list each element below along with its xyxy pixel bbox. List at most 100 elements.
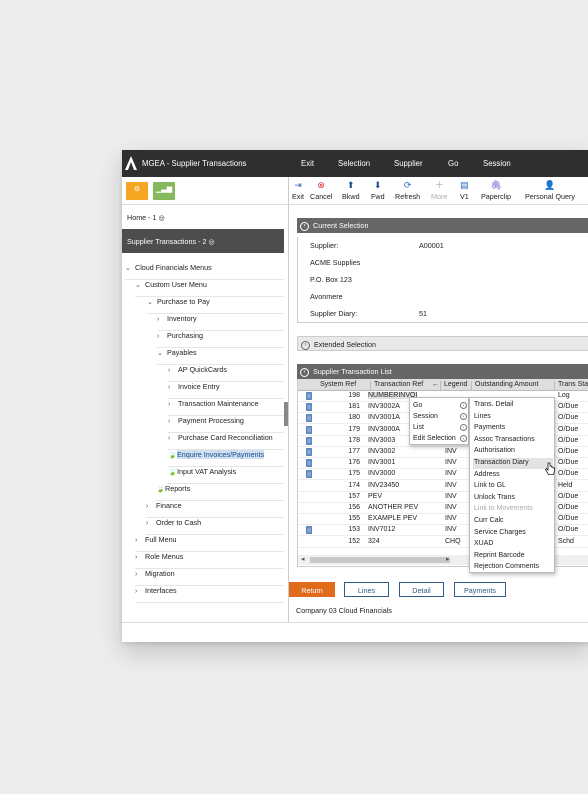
transaction-ref-cell: INV3001: [368, 459, 396, 467]
context-submenu-item[interactable]: Reprint Barcode: [473, 551, 553, 562]
exit-button[interactable]: ⇥ Exit: [292, 179, 304, 201]
transaction-ref-cell: INV3002: [368, 448, 396, 455]
document-icon[interactable]: [306, 414, 312, 423]
return-button[interactable]: Return: [289, 582, 335, 597]
col-transaction-ref[interactable]: Transaction Ref: [370, 381, 423, 391]
transaction-list-header[interactable]: ‹ Supplier Transaction List: [297, 364, 588, 379]
trans-status-cell: O/Due: [558, 492, 579, 500]
supplier-diary-label: Supplier Diary:: [310, 309, 358, 318]
col-outstanding-amount[interactable]: Outstanding Amount: [471, 381, 538, 391]
document-icon[interactable]: [306, 448, 312, 456]
submenu-arrow-icon: ›: [460, 424, 467, 431]
grid-scroll-thumb[interactable]: [310, 557, 450, 563]
system-ref-cell: 155: [348, 515, 360, 523]
lines-button[interactable]: Lines: [344, 582, 389, 597]
forward-button[interactable]: ⬇ Fwd: [371, 179, 385, 201]
system-ref-cell: 157: [348, 492, 360, 500]
context-submenu-item[interactable]: Link to GL: [473, 481, 553, 492]
document-icon[interactable]: [306, 470, 312, 479]
supplier-name: ACME Supplies: [310, 258, 361, 267]
backward-button[interactable]: ⬆ Bkwd: [342, 179, 360, 201]
context-submenu-item[interactable]: XUAD: [473, 539, 553, 550]
document-icon[interactable]: [306, 425, 312, 434]
submenu-arrow-icon: ›: [460, 435, 467, 442]
transaction-ref-cell: EXAMPLE PEV: [368, 515, 418, 523]
trans-status-cell: Held: [558, 481, 573, 489]
trans-status-cell: O/Due: [558, 436, 579, 444]
refresh-label: Refresh: [395, 192, 421, 201]
system-ref-cell: 156: [348, 504, 360, 511]
context-menu-label: Go: [413, 402, 423, 409]
col-legend[interactable]: Legend: [440, 381, 467, 391]
refresh-button[interactable]: ⟳ Refresh: [395, 179, 420, 201]
trans-status-cell: O/Due: [558, 504, 579, 511]
legend-cell: INV: [445, 504, 457, 511]
trans-status-cell: O/Due: [558, 448, 579, 455]
v1-button[interactable]: ▤ V1: [460, 179, 469, 201]
transaction-ref-cell: INV3002A: [368, 403, 400, 411]
context-submenu: Trans. Detail Lines Payments Assoc Transact…: [469, 397, 555, 573]
context-submenu-item[interactable]: Lines: [473, 412, 553, 423]
more-button[interactable]: ＋ More: [431, 179, 447, 201]
context-submenu-item[interactable]: Payments: [473, 423, 553, 434]
trans-status-cell: Log: [558, 392, 570, 399]
extended-selection-title: Extended Selection: [314, 340, 376, 349]
context-submenu-item[interactable]: Rejection Comments: [473, 562, 553, 573]
system-ref-cell: 177: [348, 448, 360, 455]
document-icon[interactable]: [306, 526, 312, 535]
context-submenu-item[interactable]: Transaction Diary: [473, 458, 553, 469]
system-ref-cell: 181: [348, 403, 360, 411]
expand-icon: ›: [301, 340, 310, 350]
transaction-ref-cell: INV3003: [368, 436, 396, 444]
col-system-ref[interactable]: System Ref: [317, 381, 356, 391]
context-submenu-item[interactable]: Service Charges: [473, 528, 553, 539]
transaction-ref-cell: INV3000: [368, 470, 396, 478]
context-menu-item[interactable]: Go ›: [413, 402, 467, 409]
legend-cell: INV: [445, 470, 457, 478]
context-menu-item[interactable]: Edit Selection ›: [413, 435, 467, 442]
cancel-button[interactable]: ⊗ Cancel: [310, 179, 332, 201]
legend-cell: INV: [445, 481, 457, 489]
context-submenu-item[interactable]: Authorisation: [473, 446, 553, 457]
document-icon[interactable]: [306, 459, 312, 467]
context-submenu-item[interactable]: Curr Calc: [473, 516, 553, 527]
supplier-label: Supplier:: [310, 241, 339, 250]
paperclip-button[interactable]: 🖇 Paperclip: [481, 179, 511, 201]
system-ref-cell: 153: [348, 526, 360, 534]
scroll-left-icon[interactable]: ◂: [301, 555, 305, 563]
supplier-address-line1: P.O. Box 123: [310, 275, 352, 284]
context-submenu-item[interactable]: Assoc Transactions: [473, 435, 553, 446]
transaction-ref-cell: INV3000A: [368, 425, 400, 433]
context-submenu-item[interactable]: Address: [473, 470, 553, 481]
context-submenu-item[interactable]: Trans. Detail: [473, 400, 553, 411]
extended-selection-header[interactable]: › Extended Selection: [297, 336, 588, 351]
personal-query-button[interactable]: 👤 Personal Query: [525, 179, 575, 201]
legend-cell: INV: [445, 459, 457, 467]
supplier-value: A00001: [419, 241, 444, 250]
context-submenu-item[interactable]: Link to Movements: [473, 504, 553, 515]
personal-query-label: Personal Query: [525, 192, 575, 201]
scroll-right-icon[interactable]: ▸: [446, 555, 450, 563]
document-icon: ▤: [460, 180, 469, 190]
legend-cell: INV: [445, 515, 457, 523]
transaction-ref-cell: INV23450: [368, 481, 400, 489]
document-icon[interactable]: [306, 403, 312, 411]
supplier-address-line2: Avonmere: [310, 292, 343, 301]
payments-button[interactable]: Payments: [454, 582, 506, 597]
trans-status-cell: O/Due: [558, 459, 579, 467]
detail-button[interactable]: Detail: [399, 582, 444, 597]
exit-icon: ⇥: [294, 180, 302, 190]
trans-status-cell: O/Due: [558, 470, 579, 478]
context-menu-label: Edit Selection: [413, 435, 456, 442]
context-submenu-item[interactable]: Unlock Trans: [473, 493, 553, 504]
context-menu-item[interactable]: Session ›: [413, 413, 467, 420]
submenu-arrow-icon: ›: [460, 402, 467, 409]
document-icon[interactable]: [306, 392, 312, 400]
arrow-up-icon: ⬆: [347, 180, 355, 190]
col-trans-status[interactable]: Trans Sta: [554, 381, 588, 391]
transaction-ref-cell: INV7012: [368, 526, 396, 534]
context-menu-item[interactable]: List ›: [413, 424, 467, 431]
transaction-list-title: Supplier Transaction List: [313, 367, 392, 376]
current-selection-header[interactable]: ‹ Current Selection: [297, 218, 588, 233]
document-icon[interactable]: [306, 436, 312, 445]
